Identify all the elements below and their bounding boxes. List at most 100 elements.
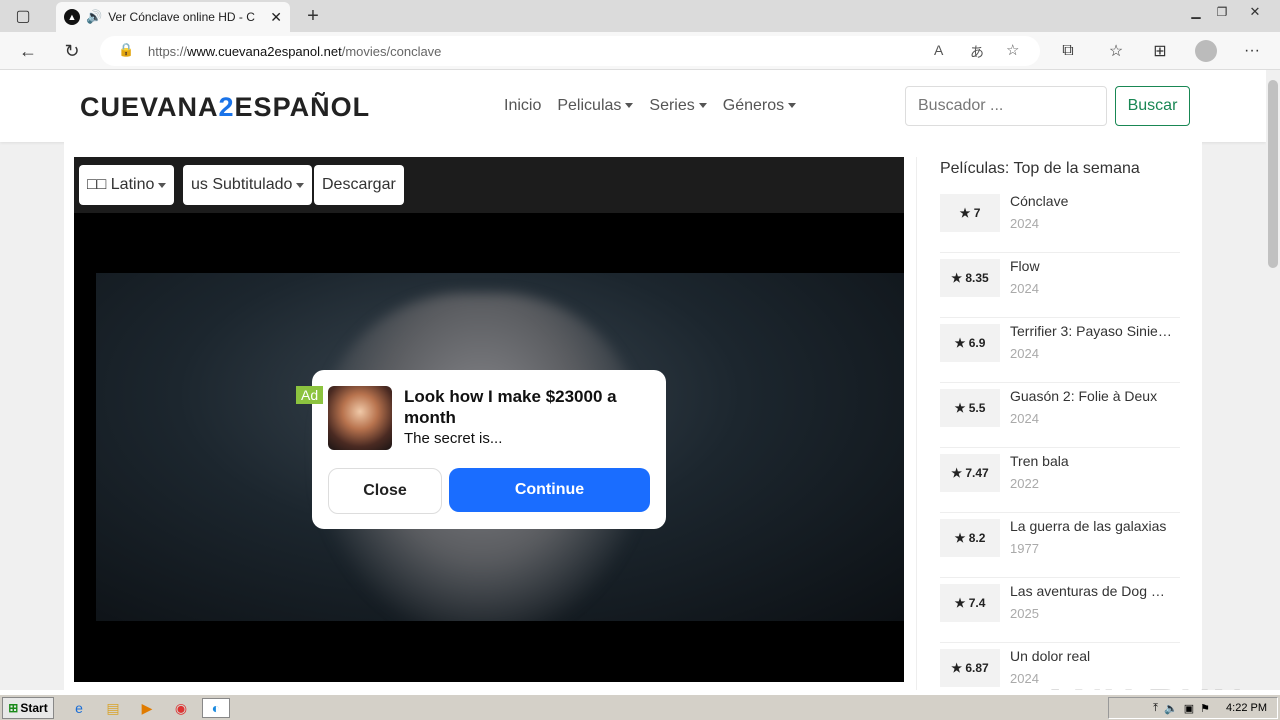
ad-image[interactable] xyxy=(328,386,392,450)
start-label: Start xyxy=(20,701,48,715)
rating-badge: ★ 6.9 xyxy=(940,324,1000,362)
collections-icon[interactable]: ⊞ xyxy=(1148,40,1172,62)
download-button[interactable]: Descargar xyxy=(314,165,404,205)
list-item[interactable]: ★ 7 Cónclave 2024 xyxy=(940,188,1180,253)
search-button[interactable]: Buscar xyxy=(1115,86,1190,126)
address-bar[interactable]: 🔒 https://www.cuevana2espanol.net/movies… xyxy=(100,36,1040,66)
movie-title[interactable]: Flow xyxy=(1010,258,1176,274)
flag-icon[interactable]: ⚑ xyxy=(1200,702,1210,715)
restore-icon[interactable]: ❐ xyxy=(1212,4,1232,20)
tray-arrow-icon[interactable]: ⤒ xyxy=(1153,702,1158,715)
tab-title: Ver Cónclave online HD - C xyxy=(108,10,255,24)
media-player-icon[interactable]: ▶ xyxy=(136,698,158,718)
browser-tab-bar: ▢ ▲ 🔊 Ver Cónclave online HD - C ✕ + ▁ ❐… xyxy=(0,0,1280,32)
rating-badge: ★ 5.5 xyxy=(940,389,1000,427)
read-aloud-icon[interactable]: A xyxy=(934,42,943,58)
chrome-icon[interactable]: ◉ xyxy=(170,698,192,718)
movie-year: 2025 xyxy=(1010,606,1039,621)
ie-icon[interactable]: e xyxy=(68,698,90,718)
logo-text-1: CUEVANA xyxy=(80,92,219,122)
sidebar-heading: Películas: Top de la semana xyxy=(940,160,1140,177)
movie-title[interactable]: Terrifier 3: Payaso Siniestro xyxy=(1010,323,1176,339)
column-divider xyxy=(916,157,917,690)
player-controls: □□ Latino us Subtitulado Descargar xyxy=(74,157,904,213)
subtitle-dropdown[interactable]: us Subtitulado xyxy=(183,165,313,205)
start-button[interactable]: ⊞ Start xyxy=(2,697,54,719)
movie-title[interactable]: Un dolor real xyxy=(1010,648,1176,664)
movie-year: 2024 xyxy=(1010,411,1039,426)
movie-year: 1977 xyxy=(1010,541,1039,556)
movie-title[interactable]: Tren bala xyxy=(1010,453,1176,469)
back-icon[interactable]: ← xyxy=(16,40,40,62)
list-item[interactable]: ★ 7.47 Tren bala 2022 xyxy=(940,448,1180,513)
network-icon[interactable]: ▣ xyxy=(1184,702,1194,715)
clock[interactable]: 4:22 PM xyxy=(1226,702,1267,714)
refresh-icon[interactable]: ↻ xyxy=(60,40,84,62)
menu-series-label: Series xyxy=(649,97,695,114)
movie-year: 2024 xyxy=(1010,281,1039,296)
url-path: /movies/conclave xyxy=(341,43,442,59)
subtitle-label: us Subtitulado xyxy=(191,176,293,193)
windows-logo-icon: ⊞ xyxy=(8,701,19,715)
menu-peliculas[interactable]: Peliculas xyxy=(557,97,633,115)
logo-text-3: ESPAÑOL xyxy=(234,92,371,122)
translate-icon[interactable]: あ xyxy=(970,42,984,62)
volume-icon[interactable]: 🔈 xyxy=(1164,702,1178,715)
movie-title[interactable]: Cónclave xyxy=(1010,193,1176,209)
site-logo[interactable]: CUEVANA2ESPAÑOL xyxy=(80,92,370,123)
list-item[interactable]: ★ 7.4 Las aventuras de Dog Man 2025 xyxy=(940,578,1180,643)
menu-generos[interactable]: Géneros xyxy=(723,97,796,115)
rating-badge: ★ 8.2 xyxy=(940,519,1000,557)
logo-text-2: 2 xyxy=(218,92,235,122)
ad-tag: Ad xyxy=(296,386,324,404)
language-label: □□ Latino xyxy=(87,176,155,193)
new-tab-icon[interactable]: + xyxy=(302,5,324,27)
folder-icon[interactable]: ▤ xyxy=(102,698,124,718)
web-page: CUEVANA2ESPAÑOL Inicio Peliculas Series … xyxy=(0,70,1266,690)
favorite-add-icon[interactable]: ☆ xyxy=(1006,41,1019,59)
scrollbar-thumb[interactable] xyxy=(1268,80,1278,268)
search-input[interactable] xyxy=(905,86,1107,126)
menu-generos-label: Géneros xyxy=(722,97,785,114)
list-item[interactable]: ★ 8.2 La guerra de las galaxias 1977 xyxy=(940,513,1180,578)
movie-title[interactable]: La guerra de las galaxias xyxy=(1010,518,1176,534)
more-options-icon[interactable]: ··· xyxy=(1240,40,1264,62)
video-player[interactable]: □□ Latino us Subtitulado Descargar Ad Lo… xyxy=(74,157,904,682)
menu-peliculas-label: Peliculas xyxy=(557,97,622,114)
movie-year: 2024 xyxy=(1010,671,1039,686)
language-dropdown[interactable]: □□ Latino xyxy=(79,165,175,205)
extensions-icon[interactable]: ⧉ xyxy=(1056,40,1080,62)
minimize-icon[interactable]: ▁ xyxy=(1186,4,1206,20)
movie-year: 2024 xyxy=(1010,216,1039,231)
ad-title: Look how I make $23000 a month xyxy=(404,387,617,427)
movie-title[interactable]: Guasón 2: Folie à Deux xyxy=(1010,388,1176,404)
browser-tab[interactable]: ▲ 🔊 Ver Cónclave online HD - C ✕ xyxy=(56,2,290,32)
rating-badge: ★ 7.47 xyxy=(940,454,1000,492)
edge-icon[interactable]: ◐ xyxy=(202,698,230,718)
profile-avatar-icon[interactable] xyxy=(1195,40,1217,62)
movie-title[interactable]: Las aventuras de Dog Man xyxy=(1010,583,1176,599)
url-domain: www.cuevana2espanol.net xyxy=(187,43,342,59)
tab-close-icon[interactable]: ✕ xyxy=(270,9,282,26)
tab-actions-icon[interactable]: ▢ xyxy=(12,6,34,26)
ad-subtitle: The secret is... xyxy=(404,430,503,447)
favorites-icon[interactable]: ☆ xyxy=(1104,40,1128,62)
list-item[interactable]: ★ 8.35 Flow 2024 xyxy=(940,253,1180,318)
lock-icon: 🔒 xyxy=(118,42,135,57)
rating-badge: ★ 7 xyxy=(940,194,1000,232)
ad-continue-button[interactable]: Continue xyxy=(449,468,650,512)
top-movies-sidebar: Películas: Top de la semana ★ 7 Cónclave 2… xyxy=(940,160,1180,690)
os-taskbar: ⊞ Start e ▤ ▶ ◉ ◐ ⤒ 🔈 ▣ ⚑ 4:22 PM xyxy=(0,694,1280,720)
browser-toolbar: ← ↻ 🔒 https://www.cuevana2espanol.net/mo… xyxy=(0,32,1280,70)
url-prefix: https:// xyxy=(148,43,188,59)
list-item[interactable]: ★ 6.9 Terrifier 3: Payaso Siniestro 2024 xyxy=(940,318,1180,383)
menu-series[interactable]: Series xyxy=(649,97,706,115)
audio-playing-icon[interactable]: 🔊 xyxy=(86,9,102,25)
page-scrollbar[interactable] xyxy=(1266,70,1280,690)
list-item[interactable]: ★ 5.5 Guasón 2: Folie à Deux 2024 xyxy=(940,383,1180,448)
site-navbar: CUEVANA2ESPAÑOL Inicio Peliculas Series … xyxy=(0,70,1266,142)
ad-close-button[interactable]: Close xyxy=(328,468,442,514)
window-close-icon[interactable]: ✕ xyxy=(1240,4,1270,20)
rating-badge: ★ 8.35 xyxy=(940,259,1000,297)
menu-inicio[interactable]: Inicio xyxy=(504,97,541,115)
